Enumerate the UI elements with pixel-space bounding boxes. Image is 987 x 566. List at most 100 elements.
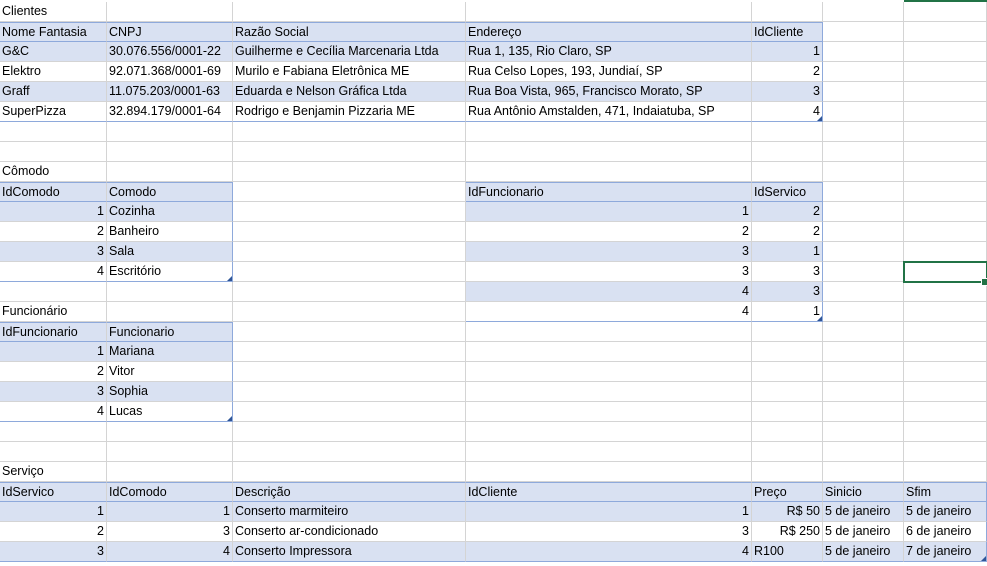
selected-cell[interactable] bbox=[903, 261, 987, 283]
empty-cell[interactable] bbox=[904, 22, 987, 42]
cell[interactable]: Clientes bbox=[0, 2, 107, 22]
empty-cell[interactable] bbox=[233, 162, 466, 182]
cell[interactable]: 2 bbox=[0, 522, 107, 542]
empty-cell[interactable] bbox=[904, 362, 987, 382]
empty-cell[interactable] bbox=[752, 162, 823, 182]
empty-cell[interactable] bbox=[0, 142, 107, 162]
spreadsheet-grid[interactable]: Clientes Nome Fantasia CNPJ Razão Social End… bbox=[0, 0, 987, 566]
empty-cell[interactable] bbox=[233, 282, 466, 302]
empty-cell[interactable] bbox=[752, 402, 823, 422]
cell[interactable]: 5 de janeiro bbox=[904, 502, 987, 522]
empty-cell[interactable] bbox=[823, 82, 904, 102]
cell[interactable]: Lucas bbox=[107, 402, 233, 422]
empty-cell[interactable] bbox=[107, 122, 233, 142]
empty-cell[interactable] bbox=[823, 302, 904, 322]
cell[interactable]: Rua Boa Vista, 965, Francisco Morato, SP bbox=[466, 82, 752, 102]
empty-cell[interactable] bbox=[823, 322, 904, 342]
empty-cell[interactable] bbox=[823, 182, 904, 202]
empty-cell[interactable] bbox=[466, 422, 752, 442]
cell[interactable]: 30.076.556/0001-22 bbox=[107, 42, 233, 62]
cell[interactable]: 3 bbox=[466, 242, 752, 262]
empty-cell[interactable] bbox=[233, 182, 466, 202]
table-resize-handle[interactable] bbox=[817, 116, 822, 121]
cell[interactable]: 11.075.203/0001-63 bbox=[107, 82, 233, 102]
empty-cell[interactable] bbox=[823, 62, 904, 82]
empty-cell[interactable] bbox=[233, 382, 466, 402]
empty-cell[interactable] bbox=[904, 62, 987, 82]
empty-cell[interactable] bbox=[823, 342, 904, 362]
cell[interactable]: Guilherme e Cecília Marcenaria Ltda bbox=[233, 42, 466, 62]
cell[interactable]: 2 bbox=[0, 222, 107, 242]
empty-cell[interactable] bbox=[904, 102, 987, 122]
empty-cell[interactable] bbox=[823, 102, 904, 122]
table-header-cell[interactable]: Preço bbox=[752, 482, 823, 502]
table-header-cell[interactable]: IdComodo bbox=[0, 182, 107, 202]
empty-cell[interactable] bbox=[904, 442, 987, 462]
empty-cell[interactable] bbox=[233, 2, 466, 22]
cell[interactable]: 1 bbox=[466, 502, 752, 522]
empty-cell[interactable] bbox=[107, 162, 233, 182]
cell[interactable]: 4 bbox=[466, 302, 752, 322]
empty-cell[interactable] bbox=[107, 422, 233, 442]
cell[interactable]: 1 bbox=[752, 242, 823, 262]
cell[interactable]: 7 de janeiro bbox=[904, 542, 987, 562]
cell[interactable]: 1 bbox=[0, 502, 107, 522]
empty-cell[interactable] bbox=[823, 202, 904, 222]
empty-cell[interactable] bbox=[107, 142, 233, 162]
cell[interactable]: Conserto Impressora bbox=[233, 542, 466, 562]
empty-cell[interactable] bbox=[904, 42, 987, 62]
table-header-cell[interactable]: Sinicio bbox=[823, 482, 904, 502]
cell[interactable]: 1 bbox=[0, 342, 107, 362]
empty-cell[interactable] bbox=[752, 342, 823, 362]
table-header-cell[interactable]: IdServico bbox=[752, 182, 823, 202]
empty-cell[interactable] bbox=[466, 402, 752, 422]
empty-cell[interactable] bbox=[233, 242, 466, 262]
empty-cell[interactable] bbox=[233, 422, 466, 442]
empty-cell[interactable] bbox=[823, 222, 904, 242]
cell[interactable]: 92.071.368/0001-69 bbox=[107, 62, 233, 82]
cell[interactable]: Funcionário bbox=[0, 302, 107, 322]
cell[interactable]: 4 bbox=[466, 542, 752, 562]
table-resize-handle[interactable] bbox=[227, 276, 232, 281]
cell[interactable]: R100 bbox=[752, 542, 823, 562]
cell[interactable]: Vitor bbox=[107, 362, 233, 382]
table-header-cell[interactable]: IdComodo bbox=[107, 482, 233, 502]
cell[interactable]: 32.894.179/0001-64 bbox=[107, 102, 233, 122]
table-header-cell[interactable]: Funcionario bbox=[107, 322, 233, 342]
table-header-cell[interactable]: IdCliente bbox=[752, 22, 823, 42]
empty-cell[interactable] bbox=[904, 402, 987, 422]
empty-cell[interactable] bbox=[904, 342, 987, 362]
empty-cell[interactable] bbox=[233, 262, 466, 282]
cell[interactable]: Conserto ar-condicionado bbox=[233, 522, 466, 542]
empty-cell[interactable] bbox=[904, 302, 987, 322]
empty-cell[interactable] bbox=[107, 302, 233, 322]
empty-cell[interactable] bbox=[904, 422, 987, 442]
table-header-cell[interactable]: Sfim bbox=[904, 482, 987, 502]
empty-cell[interactable] bbox=[752, 442, 823, 462]
empty-cell[interactable] bbox=[904, 82, 987, 102]
cell[interactable]: Elektro bbox=[0, 62, 107, 82]
cell[interactable]: 4 bbox=[107, 542, 233, 562]
empty-cell[interactable] bbox=[466, 362, 752, 382]
empty-cell[interactable] bbox=[823, 142, 904, 162]
cell[interactable]: 3 bbox=[466, 522, 752, 542]
cell[interactable]: 3 bbox=[0, 242, 107, 262]
cell[interactable]: 6 de janeiro bbox=[904, 522, 987, 542]
empty-cell[interactable] bbox=[904, 322, 987, 342]
table-resize-handle[interactable] bbox=[227, 416, 232, 421]
empty-cell[interactable] bbox=[466, 462, 752, 482]
empty-cell[interactable] bbox=[752, 122, 823, 142]
empty-cell[interactable] bbox=[823, 282, 904, 302]
empty-cell[interactable] bbox=[107, 462, 233, 482]
cell[interactable]: 2 bbox=[466, 222, 752, 242]
table-header-cell[interactable]: IdServico bbox=[0, 482, 107, 502]
empty-cell[interactable] bbox=[233, 362, 466, 382]
empty-cell[interactable] bbox=[823, 42, 904, 62]
cell[interactable]: R$ 250 bbox=[752, 522, 823, 542]
cell[interactable]: 2 bbox=[752, 202, 823, 222]
empty-cell[interactable] bbox=[904, 462, 987, 482]
cell[interactable]: Banheiro bbox=[107, 222, 233, 242]
table-header-cell[interactable]: Descrição bbox=[233, 482, 466, 502]
table-resize-handle[interactable] bbox=[981, 556, 986, 561]
empty-cell[interactable] bbox=[466, 322, 752, 342]
